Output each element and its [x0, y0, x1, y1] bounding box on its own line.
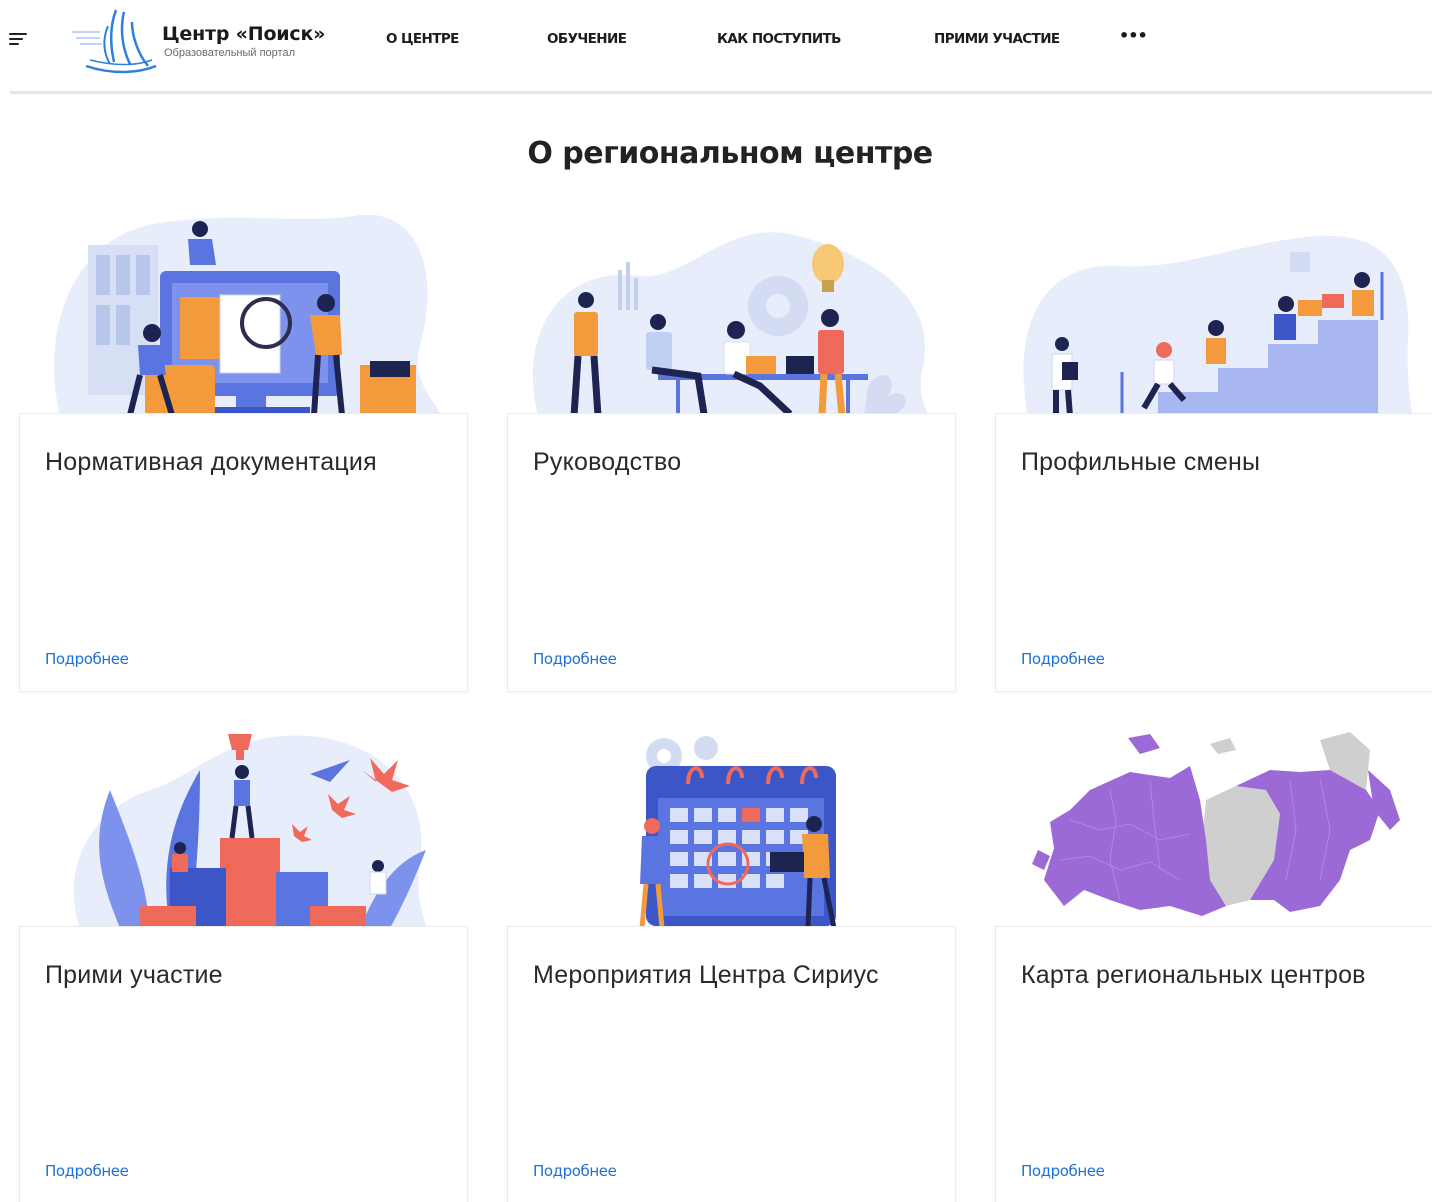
nav-item-about[interactable]: О ЦЕНТРЕ	[386, 31, 459, 47]
card-title: Руководство	[533, 448, 682, 476]
logo-subtitle: Образовательный портал	[164, 47, 296, 59]
russia-map-illustration	[1032, 732, 1400, 916]
card-more-link[interactable]: Подробнее	[1021, 650, 1105, 668]
site-logo[interactable]: Центр «Поиск» Образовательный портал	[70, 4, 345, 74]
card-more-link[interactable]: Подробнее	[45, 650, 129, 668]
card-more-link[interactable]: Подробнее	[533, 1162, 617, 1180]
card-more-link[interactable]: Подробнее	[1021, 1162, 1105, 1180]
podium-trophy-illustration	[73, 734, 426, 928]
card-more-link[interactable]: Подробнее	[533, 650, 617, 668]
nav-item-education[interactable]: ОБУЧЕНИЕ	[547, 31, 627, 47]
card-title: Карта региональных центров	[1021, 961, 1366, 989]
more-dots-icon[interactable]: •••	[1119, 26, 1148, 45]
team-meeting-illustration	[532, 232, 928, 416]
office-documents-illustration	[54, 215, 440, 415]
card-body: Прими участие Подробнее	[19, 926, 468, 1202]
card-body: Руководство Подробнее	[507, 413, 956, 692]
header-divider	[10, 91, 1432, 94]
card-body: Карта региональных центров Подробнее	[995, 926, 1432, 1202]
page-title: О региональном центре	[527, 136, 933, 171]
nav-item-admission[interactable]: КАК ПОСТУПИТЬ	[717, 31, 841, 47]
card-title: Нормативная документация	[45, 448, 377, 476]
site-header: Центр «Поиск» Образовательный портал О Ц…	[0, 0, 1432, 94]
card-title: Профильные смены	[1021, 448, 1261, 476]
sailboat-logo-icon	[72, 9, 157, 74]
card-body: Нормативная документация Подробнее	[19, 413, 468, 692]
card-title: Прими участие	[45, 961, 223, 989]
calendar-illustration	[639, 736, 837, 928]
card-title: Мероприятия Центра Сириус	[533, 961, 879, 989]
logo-title: Центр «Поиск»	[162, 23, 326, 45]
nav-item-participate[interactable]: ПРИМИ УЧАСТИЕ	[934, 31, 1060, 47]
students-stairs-illustration	[1023, 235, 1412, 416]
card-more-link[interactable]: Подробнее	[45, 1162, 129, 1180]
hamburger-menu-icon[interactable]	[9, 32, 31, 48]
card-body: Мероприятия Центра Сириус Подробнее	[507, 926, 956, 1202]
card-body: Профильные смены Подробнее	[995, 413, 1432, 692]
